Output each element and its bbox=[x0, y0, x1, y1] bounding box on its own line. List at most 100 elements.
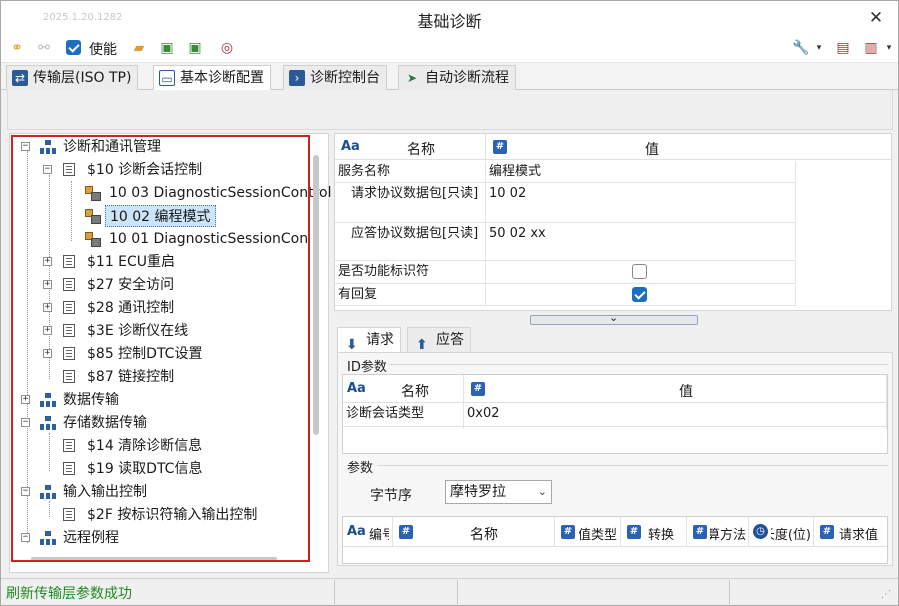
tree-node-10-03[interactable]: 10 03 DiagnosticSessionControl bbox=[85, 182, 332, 204]
document-icon bbox=[63, 370, 75, 383]
tree-node-io-control[interactable]: − 输入输出控制 bbox=[21, 481, 301, 503]
tree-label: $2F 按标识符输入输出控制 bbox=[87, 507, 258, 523]
save-icon[interactable]: ▣ bbox=[157, 38, 177, 58]
document-icon bbox=[63, 347, 75, 360]
prop-value[interactable]: 编程模式 bbox=[486, 161, 796, 183]
expand-icon[interactable]: + bbox=[21, 395, 30, 404]
document-icon bbox=[63, 278, 75, 291]
tree-node-10[interactable]: − $10 诊断会话控制 bbox=[43, 159, 301, 181]
tree-horizontal-scrollbar[interactable] bbox=[31, 557, 277, 561]
tree-node-10-02[interactable]: 10 02 编程模式 bbox=[85, 205, 216, 227]
tree-label: $28 通讯控制 bbox=[87, 300, 175, 316]
document-icon bbox=[63, 163, 75, 176]
enable-checkbox[interactable] bbox=[66, 40, 81, 55]
text-type-icon: Aa bbox=[347, 381, 366, 396]
tree-node-2f[interactable]: $2F 按标识符输入输出控制 bbox=[43, 504, 301, 526]
tree-node-diag-comm[interactable]: − 诊断和通讯管理 bbox=[21, 136, 301, 158]
tab-diag-console[interactable]: › 诊断控制台 bbox=[283, 65, 387, 90]
tree-node-routine[interactable]: − 远程例程 bbox=[21, 527, 301, 549]
tab-request[interactable]: ⬇ 请求 bbox=[337, 327, 401, 353]
expand-icon[interactable]: + bbox=[43, 303, 52, 312]
expand-icon[interactable]: + bbox=[43, 280, 52, 289]
enable-label: 使能 bbox=[89, 42, 117, 58]
id-param-value[interactable]: 0x02 bbox=[464, 403, 887, 427]
network-icon bbox=[40, 416, 56, 430]
export-icon[interactable]: ▥ bbox=[861, 38, 881, 58]
tab-response[interactable]: ⬆ 应答 bbox=[407, 327, 471, 353]
console-icon: › bbox=[289, 70, 305, 86]
open-folder-icon[interactable]: ▰ bbox=[129, 38, 149, 58]
id-param-name: 诊断会话类型 bbox=[343, 403, 464, 427]
clock-icon: ◷ bbox=[753, 524, 768, 539]
tab-transport-layer[interactable]: ⇄ 传输层(ISO TP) bbox=[6, 65, 139, 90]
expand-icon[interactable]: + bbox=[43, 349, 52, 358]
tree-label: $85 控制DTC设置 bbox=[87, 346, 203, 362]
document-icon bbox=[63, 439, 75, 452]
params-grid: Aa 编号 # 名称 # 值类型 # 转换 # 计算方法 ◷ 长度(位) # 请… bbox=[342, 516, 888, 564]
network-icon bbox=[40, 485, 56, 499]
column-header-value-type: 值类型 bbox=[579, 528, 617, 543]
wrench-dropdown-icon[interactable]: ▾ bbox=[809, 38, 829, 58]
collapse-icon[interactable]: − bbox=[21, 418, 30, 427]
export-dropdown-icon[interactable]: ▾ bbox=[879, 38, 898, 58]
ribbon-area bbox=[7, 90, 893, 130]
number-type-icon: # bbox=[627, 525, 641, 539]
close-icon[interactable]: ✕ bbox=[863, 5, 889, 31]
column-header-convert: 转换 bbox=[648, 528, 675, 543]
id-params-grid: Aa 名称 # 值 诊断会话类型 0x02 bbox=[342, 374, 888, 454]
tree-node-11[interactable]: + $11 ECU重启 bbox=[43, 251, 301, 273]
expand-icon[interactable]: + bbox=[43, 257, 52, 266]
tab-basic-config[interactable]: ▭ 基本诊断配置 bbox=[153, 65, 271, 91]
status-divider bbox=[457, 580, 458, 604]
document-icon bbox=[63, 462, 75, 475]
chevron-down-icon: ⌄ bbox=[537, 485, 547, 498]
network-icon bbox=[40, 140, 56, 154]
tree-node-19[interactable]: $19 读取DTC信息 bbox=[43, 458, 301, 480]
prop-value: 10 02 bbox=[486, 183, 796, 223]
tree-node-10-01[interactable]: 10 01 DiagnosticSessionControl2 bbox=[85, 228, 309, 250]
column-divider bbox=[686, 517, 687, 546]
save-as-icon[interactable]: ▣ bbox=[185, 38, 205, 58]
expand-icon[interactable]: + bbox=[43, 326, 52, 335]
disconnect-icon[interactable]: ⚯ bbox=[34, 38, 54, 58]
clear-icon[interactable]: ▤ bbox=[833, 38, 853, 58]
column-divider bbox=[554, 517, 555, 546]
service-icon bbox=[85, 232, 101, 247]
collapse-icon[interactable]: − bbox=[43, 165, 52, 174]
tree-node-85[interactable]: + $85 控制DTC设置 bbox=[43, 343, 301, 365]
window-title: 基础诊断 bbox=[417, 12, 482, 31]
text-type-icon: Aa bbox=[347, 524, 366, 539]
document-icon bbox=[63, 508, 75, 521]
column-header-name: 名称 bbox=[401, 384, 429, 400]
panel-splitter[interactable]: ⌄ bbox=[530, 311, 698, 325]
tree-vertical-scrollbar[interactable] bbox=[313, 155, 319, 435]
column-header-name: 名称 bbox=[470, 527, 498, 543]
has-reply-checkbox[interactable] bbox=[632, 287, 647, 302]
tree-label: 10 01 DiagnosticSessionControl2 bbox=[109, 231, 309, 247]
tab-auto-flow[interactable]: ➤ 自动诊断流程 bbox=[398, 65, 516, 90]
collapse-icon[interactable]: − bbox=[21, 142, 30, 151]
params-header: Aa 编号 # 名称 # 值类型 # 转换 # 计算方法 ◷ 长度(位) # 请… bbox=[343, 517, 887, 547]
status-divider bbox=[334, 580, 335, 604]
tab-label: 自动诊断流程 bbox=[425, 70, 509, 86]
tree-node-data-transfer[interactable]: + 数据传输 bbox=[21, 389, 301, 411]
functional-id-checkbox[interactable] bbox=[632, 264, 647, 279]
byte-order-value: 摩特罗拉 bbox=[450, 484, 506, 500]
tree-node-stored-data[interactable]: − 存储数据传输 bbox=[21, 412, 301, 434]
connect-icon[interactable]: ⚭ bbox=[7, 38, 27, 58]
diagnose-search-icon[interactable]: ◎ bbox=[217, 38, 237, 58]
resize-grip-icon[interactable]: ⋰ bbox=[881, 589, 891, 600]
chevron-down-icon[interactable]: ⌄ bbox=[609, 311, 618, 324]
tab-label: 诊断控制台 bbox=[310, 70, 380, 86]
wrench-icon[interactable]: 🔧 bbox=[791, 38, 811, 58]
collapse-icon[interactable]: − bbox=[21, 487, 30, 496]
byte-order-select[interactable]: 摩特罗拉 ⌄ bbox=[445, 480, 552, 504]
tree-node-3e[interactable]: + $3E 诊断仪在线 bbox=[43, 320, 301, 342]
collapse-icon[interactable]: − bbox=[21, 533, 30, 542]
tree-node-14[interactable]: $14 清除诊断信息 bbox=[43, 435, 301, 457]
tree-node-28[interactable]: + $28 通讯控制 bbox=[43, 297, 301, 319]
column-divider bbox=[485, 134, 486, 160]
tree-label: $27 安全访问 bbox=[87, 277, 175, 293]
tree-node-87[interactable]: $87 链接控制 bbox=[43, 366, 301, 388]
tree-node-27[interactable]: + $27 安全访问 bbox=[43, 274, 301, 296]
